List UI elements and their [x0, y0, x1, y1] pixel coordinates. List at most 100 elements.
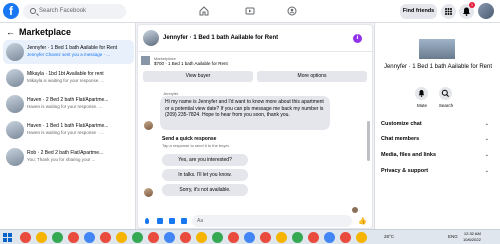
customize-chat-label: Customize chat	[381, 121, 422, 127]
like-icon[interactable]: 👍	[358, 217, 367, 225]
system-clock[interactable]: 12:32 AM 10/6/2022	[463, 231, 481, 242]
chrome-icon[interactable]	[324, 232, 335, 243]
chrome-icon[interactable]	[116, 232, 127, 243]
conversation-item[interactable]: Jennyfer · 1 Bed 1 bath Aailable for Ren…	[3, 40, 134, 64]
conversation-preview: Mikayla is waiting for your response. ..…	[27, 78, 105, 83]
chrome-icon[interactable]	[308, 232, 319, 243]
more-options-button[interactable]: More options	[257, 71, 367, 82]
chrome-icon[interactable]	[68, 232, 79, 243]
search-icon	[441, 89, 449, 97]
sidebar-header: ← Marketplace	[6, 27, 71, 37]
watch-icon[interactable]	[245, 6, 255, 16]
message-input[interactable]: Aa	[192, 215, 352, 227]
chrome-icon[interactable]	[340, 232, 351, 243]
quick-response-button[interactable]: In talks. I'll let you know.	[162, 169, 248, 181]
quick-response-panel: Send a quick response Tap a response to …	[160, 134, 255, 224]
language-indicator[interactable]: ENG	[448, 234, 458, 239]
search-label: Search	[438, 103, 454, 108]
profile-avatar[interactable]	[478, 3, 494, 19]
privacy-support-item[interactable]: Privacy & support ⌄	[381, 164, 495, 178]
quick-response-title: Send a quick response	[162, 136, 217, 142]
conversation-thumbnail	[6, 69, 24, 87]
privacy-support-label: Privacy & support	[381, 168, 429, 174]
sender-avatar	[144, 121, 153, 130]
home-icon[interactable]	[199, 6, 209, 16]
mute-label: Mute	[416, 103, 427, 108]
weather-temperature[interactable]: 28°C	[384, 234, 394, 239]
chat-members-item[interactable]: Chat members ⌄	[381, 132, 495, 146]
chrome-icon[interactable]	[148, 232, 159, 243]
search-conversation-button[interactable]	[439, 87, 452, 100]
conversation-item[interactable]: Haven · 2 Bed 2 bath Flat/Apartme... Hav…	[3, 92, 134, 116]
chrome-icon[interactable]	[36, 232, 47, 243]
chrome-icon[interactable]	[244, 232, 255, 243]
mute-button[interactable]	[415, 87, 428, 100]
info-icon[interactable]: i	[353, 34, 362, 43]
groups-icon[interactable]	[287, 6, 297, 16]
chrome-icon[interactable]	[52, 232, 63, 243]
windows-taskbar: 28°C ENG 12:32 AM 10/6/2022	[0, 229, 500, 244]
chat-header: Jennyfer · 1 Bed 1 bath Aailable for Ren…	[138, 25, 372, 52]
notification-badge: 1	[469, 2, 475, 8]
conversation-preview: Jennyfer Chavez sent you a message · ...	[27, 52, 111, 57]
conversation-thumbnail	[6, 148, 24, 166]
quick-response-button[interactable]: Sorry, it's not available.	[162, 184, 248, 196]
response-avatar	[144, 188, 153, 197]
media-files-links-item[interactable]: Media, files and links ⌄	[381, 148, 495, 162]
chrome-icon[interactable]	[20, 232, 31, 243]
chrome-icon[interactable]	[196, 232, 207, 243]
chrome-icon[interactable]	[292, 232, 303, 243]
menu-grid-button[interactable]	[441, 4, 456, 19]
conversation-thumbnail	[6, 121, 24, 139]
clock-date: 10/6/2022	[463, 236, 481, 242]
listing-summary: Marketplace $700 · 1 Bed 1 bath Aailable…	[141, 54, 369, 84]
facebook-logo-icon[interactable]: f	[3, 3, 19, 19]
image-icon[interactable]	[157, 218, 163, 224]
listing-price: $700 · 1 Bed 1 bath Aailable for Rent	[154, 61, 228, 66]
conversation-preview: You: Thank you for sharing your ...	[27, 157, 96, 162]
conversation-item[interactable]: Haven · 1 Bed 1 bath Flat/Apartme... Hav…	[3, 118, 134, 142]
chrome-icon[interactable]	[276, 232, 287, 243]
chrome-icon[interactable]	[180, 232, 191, 243]
chrome-icon[interactable]	[164, 232, 175, 243]
chrome-icon[interactable]	[132, 232, 143, 243]
conversation-title: Haven · 1 Bed 1 bath Flat/Apartme...	[27, 123, 109, 129]
search-box[interactable]: Search Facebook	[23, 4, 126, 19]
conversation-preview: Haven is waiting for your response. ...	[27, 104, 103, 109]
quick-response-button[interactable]: Yes, are you interested?	[162, 154, 248, 166]
chrome-icon[interactable]	[84, 232, 95, 243]
chevron-down-icon: ⌄	[484, 121, 489, 127]
chrome-icon[interactable]	[260, 232, 271, 243]
search-input[interactable]: Search Facebook	[39, 8, 86, 14]
sidebar-title: Marketplace	[19, 27, 72, 37]
chat-details-panel: Jennyfer · 1 Bed 1 bath Aailable for Ren…	[374, 23, 500, 229]
find-friends-button[interactable]: Find friends	[400, 4, 437, 19]
conversation-title: Haven · 2 Bed 2 bath Flat/Apartme...	[27, 97, 109, 103]
gif-icon[interactable]	[181, 218, 187, 224]
chat-thumbnail	[143, 30, 159, 46]
chrome-icon[interactable]	[228, 232, 239, 243]
listing-thumbnail	[141, 56, 150, 65]
listing-image	[419, 39, 455, 59]
customize-chat-item[interactable]: Customize chat ⌄	[381, 117, 495, 131]
chrome-icon[interactable]	[356, 232, 367, 243]
top-bar: f Search Facebook Find friends 1	[0, 0, 500, 23]
conversation-thumbnail	[6, 95, 24, 113]
microphone-icon[interactable]	[145, 218, 149, 224]
chevron-down-icon: ⌄	[484, 152, 489, 158]
sticker-icon[interactable]	[169, 218, 175, 224]
chrome-icon[interactable]	[212, 232, 223, 243]
chevron-down-icon: ⌄	[484, 136, 489, 142]
conversation-item[interactable]: Mikayla · 1bd 1bt Available for rent Mik…	[3, 66, 134, 90]
conversation-title: Mikayla · 1bd 1bt Available for rent	[27, 71, 104, 77]
message-bubble: Hi my name is Jennyfer and I'd want to k…	[160, 96, 330, 130]
conversation-item[interactable]: Rob · 2 Bed 2 bath Flat/Apartme... You: …	[3, 145, 134, 169]
windows-start-icon[interactable]	[3, 233, 12, 242]
conversation-thumbnail	[6, 43, 24, 61]
chat-scrollbar[interactable]	[367, 121, 370, 161]
chat-title[interactable]: Jennyfer · 1 Bed 1 bath Aailable for Ren…	[163, 35, 278, 41]
view-buyer-button[interactable]: View buyer	[143, 71, 253, 82]
chevron-down-icon: ⌄	[484, 168, 489, 174]
chrome-icon[interactable]	[100, 232, 111, 243]
back-arrow-icon[interactable]: ←	[6, 27, 15, 37]
